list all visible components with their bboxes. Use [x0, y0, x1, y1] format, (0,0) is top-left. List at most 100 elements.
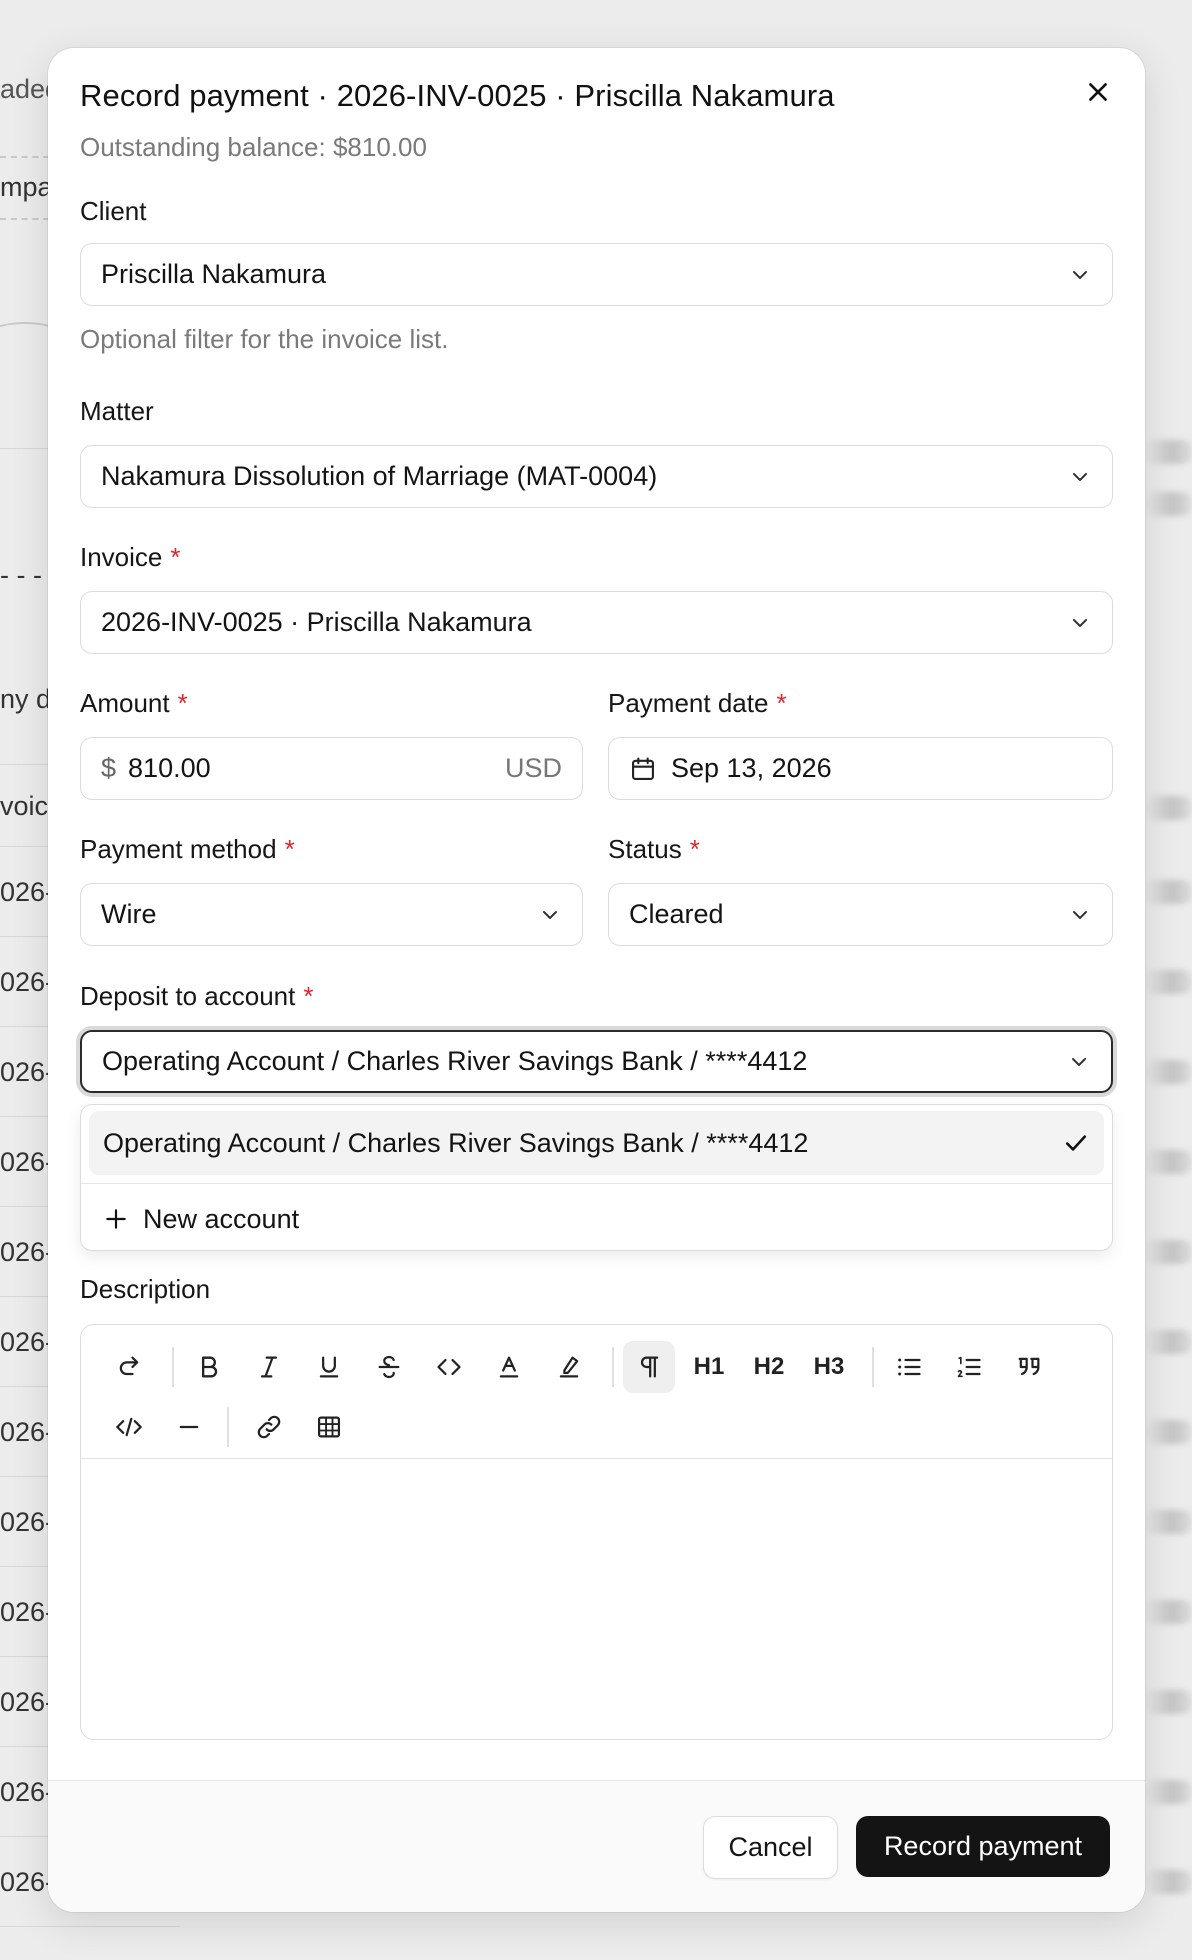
- bg-blur-cell: [1144, 1150, 1192, 1174]
- bg-fragment: 026-: [0, 1777, 55, 1807]
- calendar-icon: [629, 755, 657, 783]
- bg-fragment: 026-: [0, 1867, 55, 1897]
- status-label: Status *: [608, 834, 700, 864]
- bullet-list-button[interactable]: [883, 1341, 935, 1393]
- heading-2-button[interactable]: H2: [743, 1341, 795, 1393]
- required-marker: *: [177, 688, 188, 718]
- bg-fragment: voic: [0, 791, 49, 821]
- bg-blur-cell: [1144, 1600, 1192, 1624]
- status-value: Cleared: [629, 899, 724, 929]
- bg-fragment: 026-: [0, 1147, 55, 1177]
- client-hint: Optional filter for the invoice list.: [80, 324, 449, 354]
- toolbar-separator: [612, 1347, 614, 1387]
- highlight-button[interactable]: [543, 1341, 595, 1393]
- dialog-title: Record payment · 2026-INV-0025 · Priscil…: [80, 78, 835, 113]
- client-select[interactable]: Priscilla Nakamura: [80, 243, 1113, 306]
- option-label: Operating Account / Charles River Saving…: [103, 1127, 809, 1158]
- ordered-list-icon: [955, 1353, 983, 1381]
- required-marker: *: [303, 981, 314, 1011]
- status-select[interactable]: Cleared: [608, 883, 1113, 946]
- currency-suffix: USD: [504, 753, 562, 783]
- deposit-account-select[interactable]: Operating Account / Charles River Saving…: [80, 1030, 1113, 1093]
- bg-fragment: 026-: [0, 1597, 55, 1627]
- bg-fragment: 026-: [0, 1237, 55, 1267]
- blockquote-button[interactable]: [1003, 1341, 1055, 1393]
- highlighter-icon: [555, 1353, 583, 1381]
- chevron-down-icon: [538, 903, 562, 927]
- bg-blur-cell: [1144, 970, 1192, 994]
- payment-date-picker[interactable]: Sep 13, 2026: [608, 737, 1113, 800]
- amount-input[interactable]: $ 810.00 USD: [80, 737, 583, 800]
- invoice-value: 2026-INV-0025 · Priscilla Nakamura: [101, 607, 532, 637]
- required-marker: *: [776, 688, 787, 718]
- matter-label: Matter: [80, 396, 154, 426]
- redo-button[interactable]: [103, 1341, 155, 1393]
- bg-fragment: 026-: [0, 1687, 55, 1717]
- bg-blur-cell: [1144, 1870, 1192, 1894]
- matter-select[interactable]: Nakamura Dissolution of Marriage (MAT-00…: [80, 445, 1113, 508]
- record-payment-button[interactable]: Record payment: [856, 1816, 1110, 1877]
- new-account-label: New account: [143, 1203, 300, 1234]
- description-textarea[interactable]: [81, 1461, 1112, 1739]
- chevron-down-icon: [1068, 611, 1092, 635]
- chevron-down-icon: [1068, 465, 1092, 489]
- heading-1-button[interactable]: H1: [683, 1341, 735, 1393]
- payment-method-value: Wire: [101, 899, 157, 929]
- deposit-account-dropdown: Operating Account / Charles River Saving…: [80, 1104, 1113, 1251]
- bg-blur-cell: [1144, 1420, 1192, 1444]
- code-block-button[interactable]: [103, 1401, 155, 1453]
- bg-fragment: 026-: [0, 1327, 55, 1357]
- new-account-button[interactable]: New account: [89, 1187, 1104, 1251]
- amount-value: 810.00: [128, 753, 211, 783]
- link-button[interactable]: [243, 1401, 295, 1453]
- record-payment-dialog: Record payment · 2026-INV-0025 · Priscil…: [48, 48, 1145, 1912]
- cancel-button[interactable]: Cancel: [703, 1816, 838, 1879]
- bg-blur-cell: [1144, 796, 1192, 820]
- bg-blur-cell: [1144, 492, 1192, 516]
- ordered-list-button[interactable]: [943, 1341, 995, 1393]
- plus-icon: [103, 1206, 129, 1232]
- horizontal-rule-button[interactable]: [163, 1401, 215, 1453]
- text-color-icon: [495, 1353, 523, 1381]
- invoice-label: Invoice *: [80, 542, 181, 572]
- heading-1-label: H1: [693, 1353, 725, 1380]
- inline-code-button[interactable]: [423, 1341, 475, 1393]
- bg-blur-cell: [1144, 1510, 1192, 1534]
- paragraph-button[interactable]: [623, 1341, 675, 1393]
- table-button[interactable]: [303, 1401, 355, 1453]
- toolbar-separator: [872, 1347, 874, 1387]
- text-color-button[interactable]: [483, 1341, 535, 1393]
- bg-fragment: 026-: [0, 877, 55, 907]
- strikethrough-button[interactable]: [363, 1341, 415, 1393]
- bg-blur-cell: [1144, 1330, 1192, 1354]
- deposit-account-label: Deposit to account *: [80, 981, 314, 1011]
- italic-button[interactable]: [243, 1341, 295, 1393]
- bg-fragment: 026-: [0, 1057, 55, 1087]
- close-icon: [1085, 79, 1111, 105]
- chevron-down-icon: [1068, 263, 1092, 287]
- bg-blur-cell: [1144, 1240, 1192, 1264]
- payment-method-label: Payment method *: [80, 834, 295, 864]
- required-marker: *: [284, 834, 295, 864]
- invoice-select[interactable]: 2026-INV-0025 · Priscilla Nakamura: [80, 591, 1113, 654]
- heading-3-button[interactable]: H3: [803, 1341, 855, 1393]
- dropdown-divider: [81, 1183, 1112, 1184]
- table-icon: [315, 1413, 343, 1441]
- heading-3-label: H3: [813, 1353, 845, 1380]
- close-button[interactable]: [1080, 74, 1116, 110]
- payment-method-select[interactable]: Wire: [80, 883, 583, 946]
- payment-date-value: Sep 13, 2026: [671, 753, 832, 783]
- toolbar-separator: [172, 1347, 174, 1387]
- payment-date-label: Payment date *: [608, 688, 787, 718]
- required-marker: *: [689, 834, 700, 864]
- italic-icon: [255, 1353, 283, 1381]
- pilcrow-icon: [635, 1353, 663, 1381]
- outstanding-balance: Outstanding balance: $810.00: [80, 132, 427, 162]
- underline-button[interactable]: [303, 1341, 355, 1393]
- client-label: Client: [80, 196, 147, 226]
- bg-blur-cell: [1144, 1780, 1192, 1804]
- editor-toolbar: H1 H2 H3: [81, 1325, 1112, 1459]
- bold-button[interactable]: [183, 1341, 235, 1393]
- dropdown-option[interactable]: Operating Account / Charles River Saving…: [89, 1111, 1104, 1175]
- bg-fragment: 026-: [0, 967, 55, 997]
